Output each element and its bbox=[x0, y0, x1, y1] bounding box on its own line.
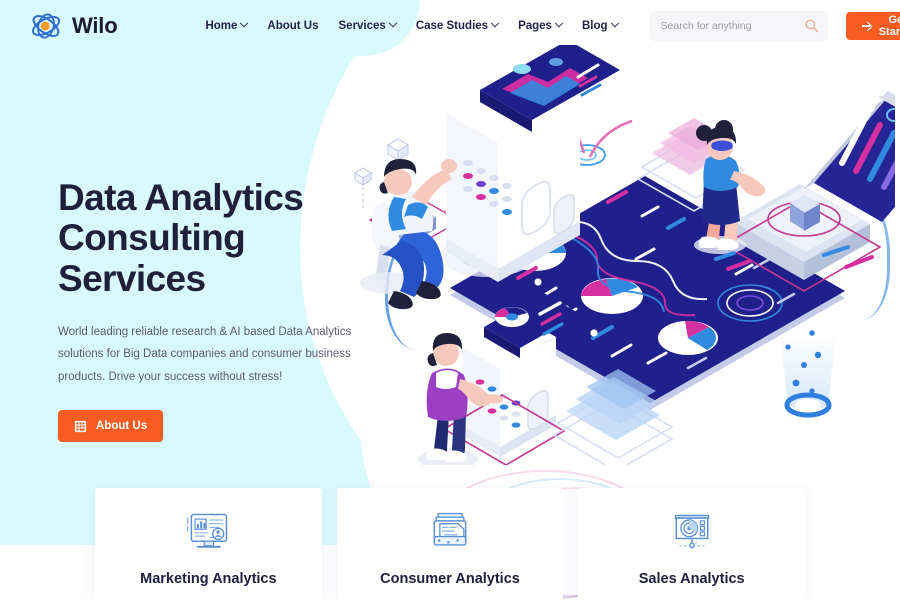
nav-label: Case Studies bbox=[415, 20, 489, 32]
atom-orbit-icon bbox=[31, 13, 61, 39]
logo-text: Wilo bbox=[72, 13, 118, 38]
feature-card-marketing-analytics[interactable]: Marketing Analytics bbox=[95, 488, 322, 600]
nav-label: Services bbox=[338, 20, 386, 32]
search-input[interactable] bbox=[649, 11, 828, 41]
search-box bbox=[649, 11, 828, 41]
hero-illustration bbox=[354, 45, 895, 465]
chevron-down-icon bbox=[490, 18, 500, 28]
main-navigation: Home About Us Services Case Studies Page… bbox=[205, 18, 619, 32]
hero-title-line-1: Data Analytics bbox=[58, 177, 304, 218]
feature-card-sales-analytics[interactable]: Sales Analytics bbox=[578, 488, 806, 600]
nav-item-case-studies[interactable]: Case Studies bbox=[415, 18, 500, 32]
chevron-down-icon bbox=[554, 18, 564, 28]
nav-item-blog[interactable]: Blog bbox=[581, 18, 619, 32]
chevron-down-icon bbox=[610, 18, 619, 28]
feature-cards: Marketing Analytics Consumer Analytics S… bbox=[0, 488, 900, 600]
hero-title-line-2: Consulting Services bbox=[58, 217, 246, 299]
get-started-button[interactable]: Get Started bbox=[845, 12, 900, 40]
document-report-icon bbox=[433, 512, 467, 546]
nav-item-about-us[interactable]: About Us bbox=[267, 20, 318, 32]
illus-glass-bubbles bbox=[780, 330, 836, 418]
about-us-label: About Us bbox=[96, 420, 148, 433]
nav-item-home[interactable]: Home bbox=[205, 18, 249, 32]
nav-label: Home bbox=[205, 20, 238, 32]
search-icon[interactable] bbox=[804, 18, 819, 33]
logo[interactable]: Wilo bbox=[29, 10, 118, 42]
nav-label: About Us bbox=[267, 20, 319, 32]
get-started-label: Get Started bbox=[878, 14, 900, 38]
about-us-button[interactable]: About Us bbox=[58, 410, 164, 443]
presentation-pie-icon bbox=[674, 514, 709, 549]
arrow-right-icon bbox=[861, 25, 870, 27]
chevron-down-icon bbox=[240, 18, 249, 28]
monitor-dashboard-icon bbox=[187, 513, 228, 548]
feature-card-title: Marketing Analytics bbox=[140, 571, 277, 587]
hero-section: Data Analytics Consulting Services World… bbox=[58, 177, 388, 443]
nav-label: Blog bbox=[581, 20, 608, 32]
nav-label: Pages bbox=[518, 20, 552, 32]
site-header: Wilo Home About Us Services Case Studies… bbox=[0, 0, 900, 52]
nav-item-pages[interactable]: Pages bbox=[518, 18, 564, 32]
hero-description: World leading reliable research & AI bas… bbox=[58, 325, 352, 383]
chevron-down-icon bbox=[388, 18, 398, 28]
nav-item-services[interactable]: Services bbox=[338, 18, 398, 32]
page-root: Wilo Home About Us Services Case Studies… bbox=[0, 0, 900, 600]
feature-card-title: Consumer Analytics bbox=[380, 571, 520, 587]
feature-card-consumer-analytics[interactable]: Consumer Analytics bbox=[336, 488, 564, 600]
page-title: Data Analytics Consulting Services bbox=[58, 177, 388, 299]
feature-card-title: Sales Analytics bbox=[638, 571, 745, 587]
building-icon bbox=[74, 420, 87, 432]
